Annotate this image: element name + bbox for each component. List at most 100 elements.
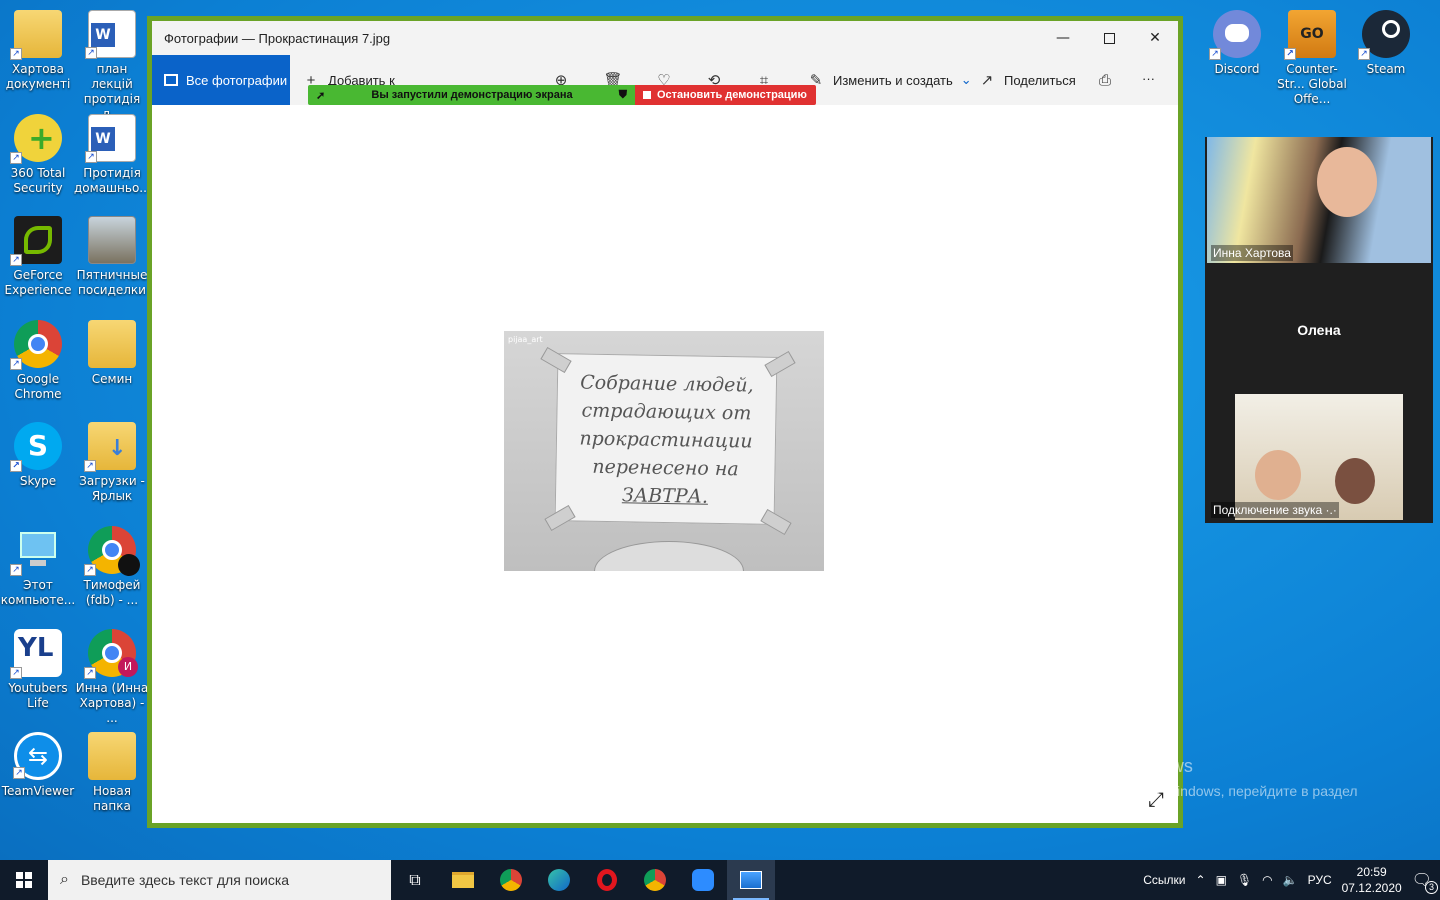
photo-paper-note: Собрание людей, страдающих от прокрастин… (554, 353, 778, 525)
participant-name: Подключение звука ·.· (1211, 502, 1339, 518)
share-button[interactable]: ↗ Поделиться (978, 71, 1076, 89)
print-button[interactable]: ⎙ (1096, 71, 1114, 89)
desktop-icon-label: Новая папка (92, 784, 131, 813)
taskbar-zoom[interactable] (679, 860, 727, 900)
taskbar-photos[interactable] (727, 860, 775, 900)
taskbar-chrome[interactable] (487, 860, 535, 900)
opera-icon (597, 869, 617, 891)
desktop-icon-label: Discord (1214, 62, 1260, 76)
desktop-icon-timofey[interactable]: ↗ Тимофей (fdb) - ... (74, 524, 150, 620)
taskbar-chrome-profile[interactable] (631, 860, 679, 900)
desktop-icon-teamviewer[interactable]: ⇆ ↗ TeamViewer (0, 730, 76, 826)
taskbar-explorer[interactable] (439, 860, 487, 900)
more-button[interactable]: ··· (1142, 71, 1155, 86)
tape (544, 504, 576, 532)
photos-icon (164, 74, 178, 86)
printer-icon: ⎙ (1098, 71, 1111, 89)
links-toolbar[interactable]: Ссылки (1143, 873, 1185, 887)
note-line: страдающих от (581, 399, 752, 425)
csgo-icon: GO ↗ (1284, 10, 1336, 60)
pointer-icon: ➚ (316, 89, 326, 102)
desktop-icon-discord[interactable]: ↗ Discord (1199, 8, 1275, 104)
desktop-icon-inna[interactable]: И ↗ Инна (Инна Хартова) - ... (74, 627, 150, 725)
activation-line: Чтобы активировать Windows, перейдите в … (1027, 783, 1358, 799)
taskbar-opera[interactable] (583, 860, 631, 900)
desktop-icon-chrome[interactable]: ↗ Google Chrome (0, 318, 76, 414)
photo-watermark: pijaa_art (508, 335, 543, 344)
desktop-icon-lecture-plan[interactable]: W↗ план лекцій протидія д... (74, 8, 150, 121)
desktop-icon-protydiya[interactable]: W ↗ Протидія домашньо... (74, 112, 151, 208)
discord-icon: ↗ (1209, 10, 1261, 60)
desktop-icon-friday[interactable]: Пятничные посиделки (74, 214, 150, 310)
start-button[interactable] (0, 860, 48, 900)
word-icon: W ↗ (85, 10, 136, 59)
edit-create-button[interactable]: ✎ Изменить и создать ⌄ (807, 71, 972, 89)
taskbar: ⌕ Введите здесь текст для поиска ⧉ Ссылк… (0, 860, 1440, 900)
device-icon[interactable]: ▣ (1216, 873, 1227, 887)
wifi-icon[interactable]: ◠ (1262, 873, 1272, 887)
participant-name: Инна Хартова (1211, 245, 1293, 261)
chrome-icon: ↗ (10, 320, 62, 370)
chrome-profile-icon: ↗ (84, 526, 140, 576)
desktop-icon-new-folder[interactable]: Новая папка (74, 730, 150, 826)
clock[interactable]: 20:59 07.12.2020 (1342, 864, 1402, 896)
desktop-icon-downloads[interactable]: ↓ ↗ Загрузки - Ярлык (74, 420, 150, 516)
all-photos-button[interactable]: Все фотографии (152, 55, 290, 105)
close-button[interactable]: ✕ (1132, 21, 1178, 55)
participant-tile-olena[interactable]: Олена (1207, 267, 1431, 393)
photos-window[interactable]: Фотографии — Прокрастинация 7.jpg — ✕ Вс… (147, 16, 1183, 828)
desktop-icon-this-pc[interactable]: ↗ Этот компьюте... (0, 524, 76, 620)
photo-bowl (594, 541, 744, 571)
photo-viewer[interactable]: pijaa_art Собрание людей, страдающих от … (152, 105, 1178, 823)
desktop-icon-khartova-docs[interactable]: ↗ Хартова документі (0, 8, 76, 104)
stop-icon (643, 91, 651, 99)
desktop-icon-semin[interactable]: Семин (74, 318, 150, 414)
taskbar-search[interactable]: ⌕ Введите здесь текст для поиска (48, 860, 391, 900)
share-icon: ↗ (980, 72, 994, 89)
desktop-icon-label: Youtubers Life (8, 681, 68, 710)
desktop-icon-label: Семин (91, 372, 133, 386)
notification-count: 3 (1425, 881, 1438, 894)
share-label: Поделиться (1004, 72, 1076, 88)
zoom-participants-panel[interactable]: Инна Хартова Олена Подключение звука ·.· (1205, 137, 1433, 523)
language-indicator[interactable]: РУС (1308, 873, 1332, 887)
activation-title: Активация Windows (1027, 756, 1193, 776)
desktop-icon-360-security[interactable]: + ↗ 360 Total Security (0, 112, 76, 208)
minimize-button[interactable]: — (1040, 21, 1086, 55)
desktop-icon-label: Хартова документі (5, 62, 71, 91)
stop-sharing-button[interactable]: Остановить демонстрацию (635, 85, 816, 105)
maximize-icon (1103, 32, 1115, 44)
notification-button[interactable]: 🗨 3 (1412, 870, 1438, 894)
desktop-icon-label: TeamViewer (1, 784, 75, 798)
desktop-icon-steam[interactable]: ↗ Steam (1348, 8, 1424, 104)
taskbar-edge[interactable] (535, 860, 583, 900)
desktop-icon-csgo[interactable]: GO ↗ Counter-Str... Global Offe... (1274, 8, 1350, 106)
participant-tile-audio[interactable]: Подключение звука ·.· (1207, 394, 1431, 520)
photo-image: pijaa_art Собрание людей, страдающих от … (504, 331, 824, 571)
maximize-button[interactable] (1086, 21, 1132, 55)
desktop-icon-youtubers-life[interactable]: YL ↗ Youtubers Life (0, 627, 76, 723)
chrome-profile-icon: И ↗ (84, 629, 138, 679)
window-titlebar[interactable]: Фотографии — Прокрастинация 7.jpg — ✕ (152, 21, 1178, 55)
desktop-icon-label: GeForce Experience (4, 268, 72, 297)
windows-activation-watermark: Активация Windows Чтобы активировать Win… (1027, 756, 1358, 821)
participant-tile-inna[interactable]: Инна Хартова (1207, 137, 1431, 263)
photo-thumb-icon (88, 216, 136, 264)
participant-video (1317, 147, 1377, 217)
desktop-icon-label: Steam (1366, 62, 1406, 76)
search-placeholder: Введите здесь текст для поиска (80, 872, 290, 888)
folder-doc-icon: ↗ (10, 10, 62, 60)
desktop-icon-label: 360 Total Security (10, 166, 66, 195)
volume-icon[interactable]: 🔈 (1283, 873, 1298, 887)
chevron-up-icon[interactable]: ⌃ (1196, 873, 1206, 887)
desktop-icon-geforce[interactable]: ↗ GeForce Experience (0, 214, 76, 310)
youtubers-life-icon: YL ↗ (10, 629, 62, 679)
task-view-icon: ⧉ (409, 870, 421, 889)
photos-icon (740, 871, 762, 889)
word-icon: W ↗ (85, 114, 136, 163)
desktop-icon-label: Тимофей (fdb) - ... (83, 578, 141, 607)
task-view-button[interactable]: ⧉ (391, 860, 439, 900)
desktop-icon-skype[interactable]: S ↗ Skype (0, 420, 76, 516)
microphone-icon[interactable]: 🎙 (1237, 873, 1252, 887)
desktop-icon-label: Skype (19, 474, 57, 488)
